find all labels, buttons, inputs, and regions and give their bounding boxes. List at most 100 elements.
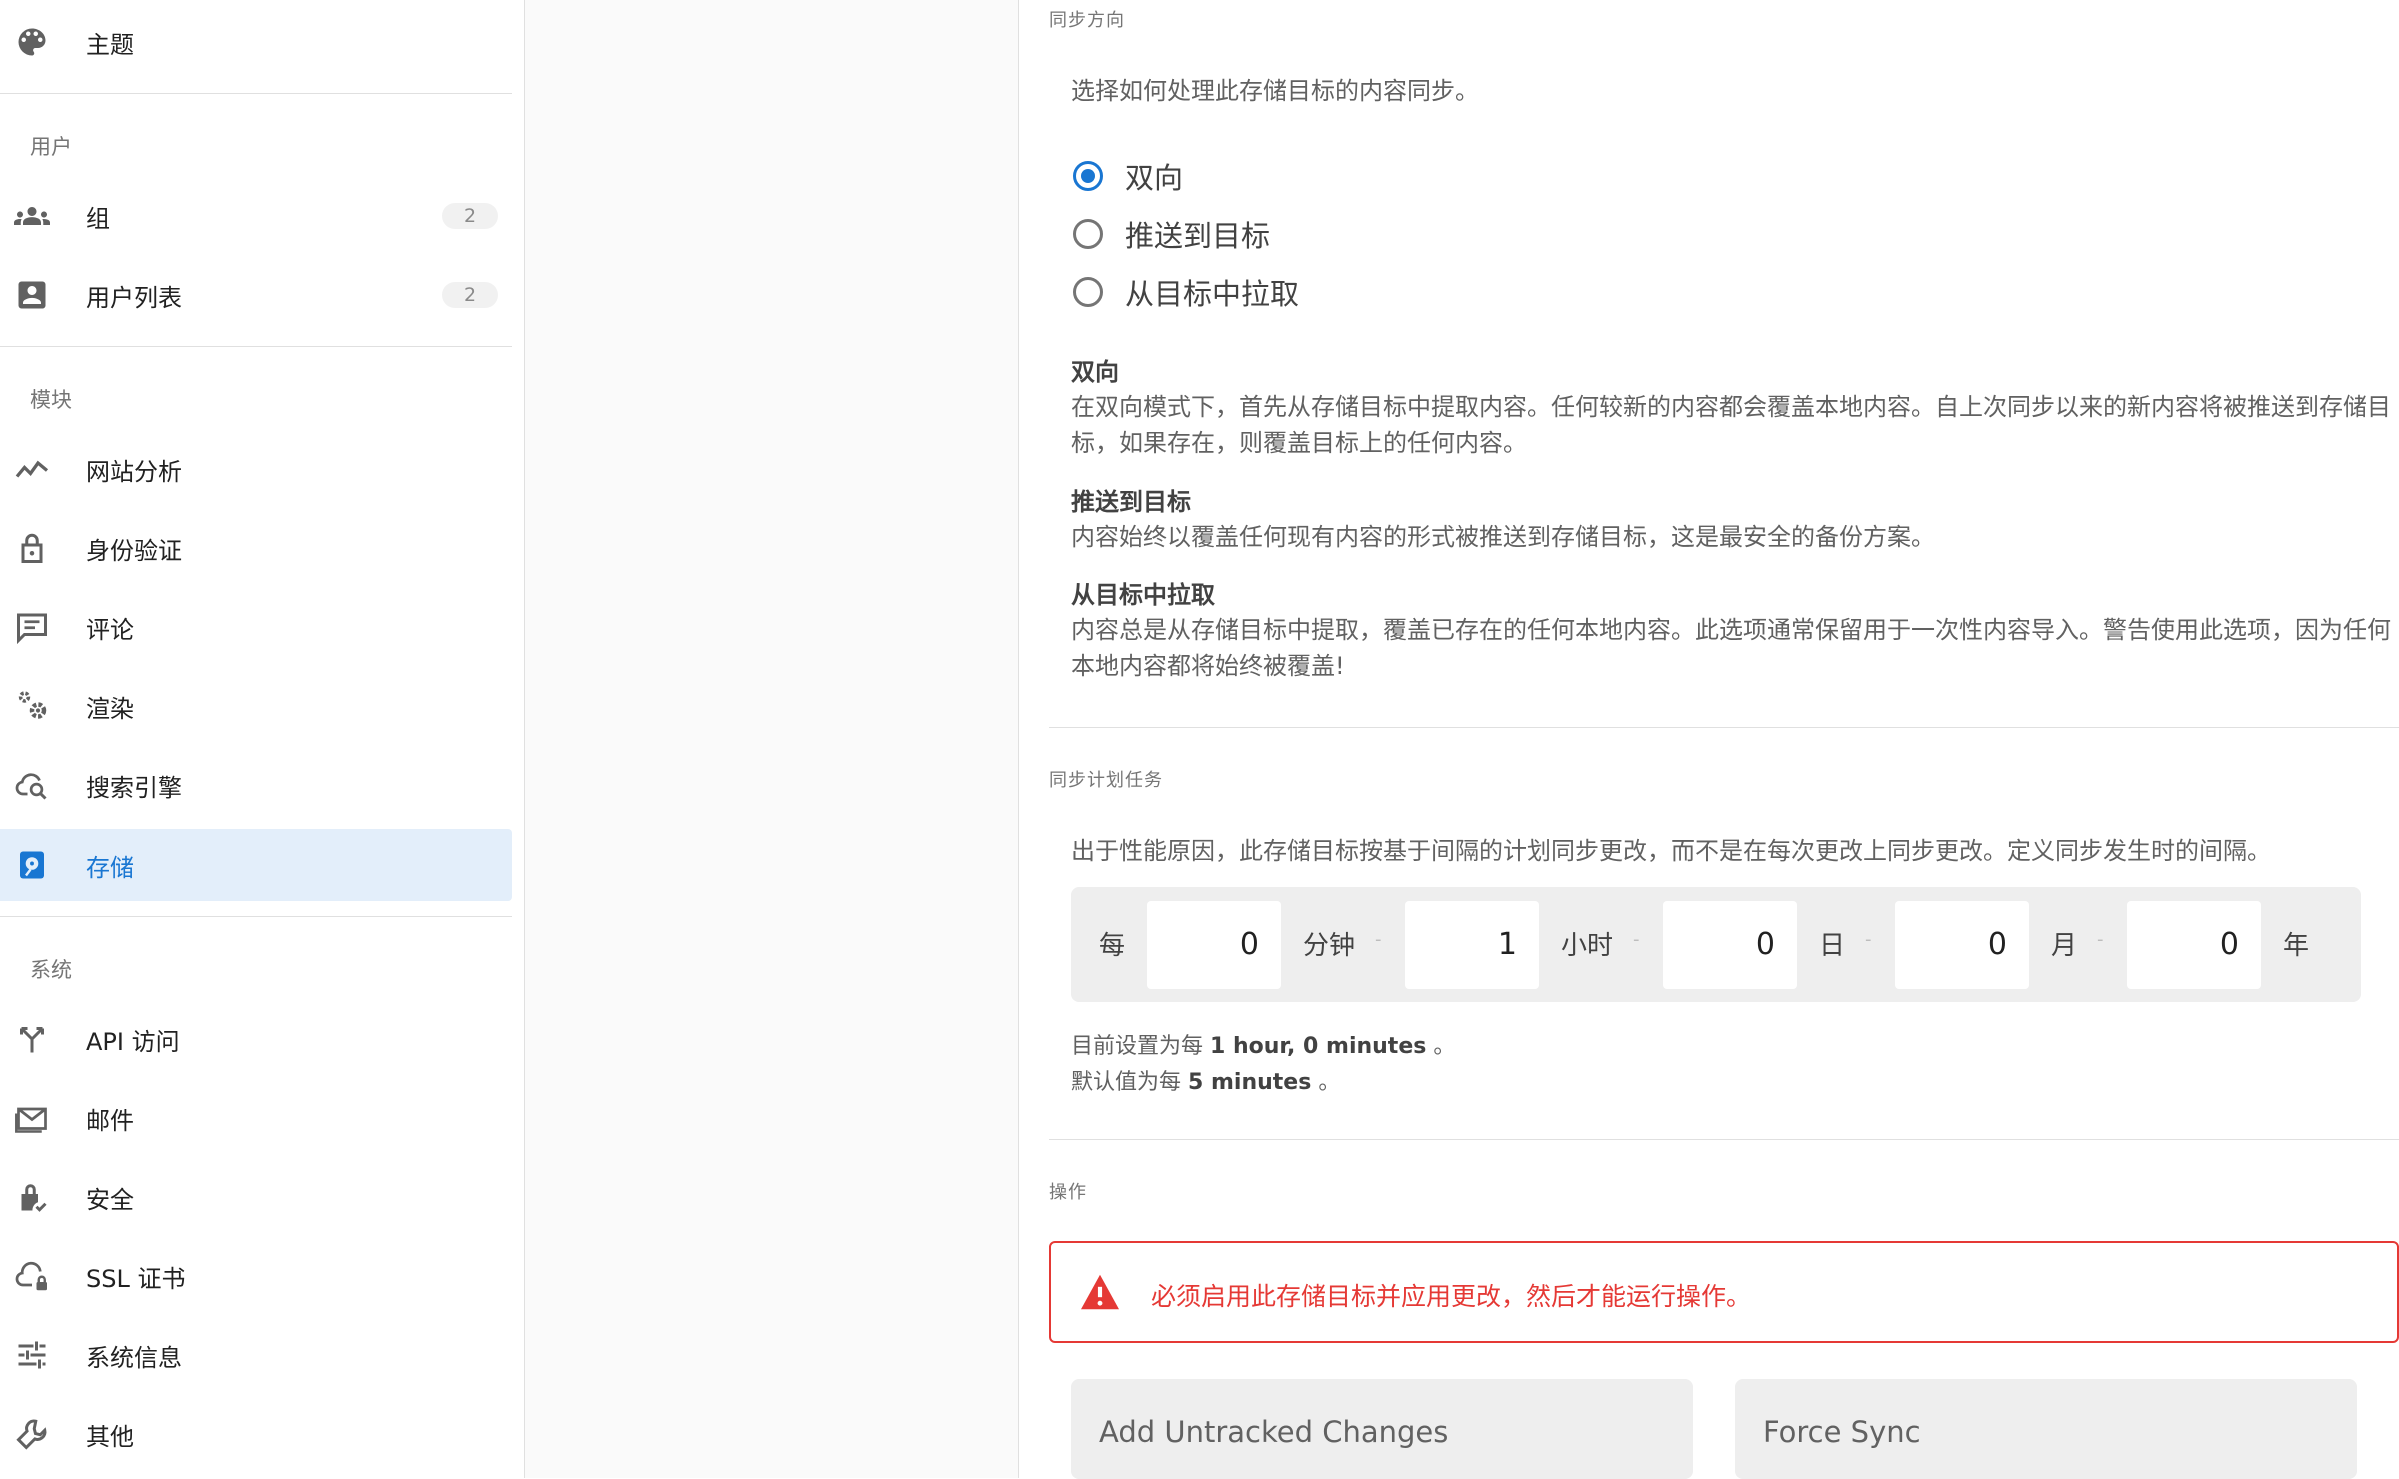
middle-panel bbox=[525, 0, 1019, 1478]
dash: - bbox=[1865, 929, 1872, 950]
radio-push-to-target[interactable]: 推送到目标 bbox=[1071, 214, 1270, 254]
sidebar-item-api-access[interactable]: API 访问 bbox=[0, 1003, 512, 1075]
default-setting-text: 默认值为每 5 minutes 。 bbox=[1071, 1064, 1340, 1096]
sidebar-item-label: SSL 证书 bbox=[86, 1264, 186, 1293]
months-label: 月 bbox=[2051, 931, 2078, 961]
dash: - bbox=[1633, 929, 1640, 950]
sync-schedule-title: 同步计划任务 bbox=[1049, 770, 1163, 791]
current-setting-text: 目前设置为每 1 hour, 0 minutes 。 bbox=[1071, 1028, 1455, 1060]
count-badge: 2 bbox=[442, 203, 498, 229]
divider bbox=[0, 916, 512, 917]
mail-icon bbox=[14, 1100, 50, 1136]
desc-title: 推送到目标 bbox=[1071, 488, 1191, 516]
every-label: 每 bbox=[1099, 931, 1126, 961]
sidebar-item-authentication[interactable]: 身份验证 bbox=[0, 512, 512, 584]
section-header-users: 用户 bbox=[30, 135, 72, 159]
desc-bidirectional: 双向 在双向模式下，首先从存储目标中提取内容。任何较新的内容都会覆盖本地内容。自… bbox=[1071, 355, 2399, 461]
lock-icon bbox=[14, 530, 50, 566]
default-prefix: 默认值为每 bbox=[1071, 1070, 1182, 1095]
radio-pull-from-target[interactable]: 从目标中拉取 bbox=[1071, 272, 1299, 312]
palette-icon bbox=[14, 24, 50, 60]
error-alert: 必须启用此存储目标并应用更改，然后才能运行操作。 bbox=[1049, 1241, 2399, 1343]
radio-label: 双向 bbox=[1125, 161, 1184, 195]
sidebar-item-mail[interactable]: 邮件 bbox=[0, 1082, 512, 1154]
sidebar-item-rendering[interactable]: 渲染 bbox=[0, 670, 512, 742]
sidebar-item-label: 搜索引擎 bbox=[86, 773, 182, 802]
sidebar-item-label: 安全 bbox=[86, 1185, 134, 1214]
minutes-label: 分钟 bbox=[1303, 931, 1356, 961]
sidebar-item-other[interactable]: 其他 bbox=[0, 1398, 512, 1470]
sidebar-item-comments[interactable]: 评论 bbox=[0, 591, 512, 663]
button-label: Force Sync bbox=[1763, 1415, 1921, 1449]
current-suffix: 。 bbox=[1433, 1034, 1456, 1059]
radio-unchecked-icon[interactable] bbox=[1073, 219, 1103, 249]
sidebar-item-groups[interactable]: 组 2 bbox=[0, 180, 512, 252]
harddisk-icon bbox=[14, 847, 50, 883]
trend-line-icon bbox=[14, 451, 50, 487]
years-input[interactable]: 0 bbox=[2127, 901, 2261, 989]
sidebar-item-label: 组 bbox=[86, 204, 110, 233]
current-value: 1 hour, 0 minutes bbox=[1210, 1034, 1427, 1059]
sidebar-item-system-info[interactable]: 系统信息 bbox=[0, 1319, 512, 1391]
warning-icon bbox=[1079, 1273, 1121, 1315]
desc-text: 内容总是从存储目标中提取，覆盖已存在的任何本地内容。此选项通常保留用于一次性内容… bbox=[1071, 616, 2391, 680]
cloud-search-icon bbox=[14, 767, 50, 803]
desc-title: 从目标中拉取 bbox=[1071, 581, 1215, 609]
radio-label: 推送到目标 bbox=[1125, 219, 1271, 253]
days-input[interactable]: 0 bbox=[1663, 901, 1797, 989]
comment-icon bbox=[14, 609, 50, 645]
button-label: Add Untracked Changes bbox=[1099, 1415, 1449, 1449]
actions-title: 操作 bbox=[1049, 1182, 1087, 1203]
sidebar-item-label: 网站分析 bbox=[86, 457, 182, 486]
desc-push: 推送到目标 内容始终以覆盖任何现有内容的形式被推送到存储目标，这是最安全的备份方… bbox=[1071, 485, 2399, 555]
gears-icon bbox=[14, 688, 50, 724]
radio-bidirectional[interactable]: 双向 bbox=[1071, 156, 1183, 196]
sidebar-item-analytics[interactable]: 网站分析 bbox=[0, 433, 512, 505]
sidebar: 主题 用户 组 2 用户列表 2 模块 网站分析 身份验证 评论 渲染 搜索引擎… bbox=[0, 0, 525, 1478]
divider bbox=[1049, 727, 2399, 728]
sidebar-item-label: 身份验证 bbox=[86, 536, 182, 565]
sidebar-item-security[interactable]: 安全 bbox=[0, 1161, 512, 1233]
sidebar-item-search-engine[interactable]: 搜索引擎 bbox=[0, 749, 512, 821]
section-header-modules: 模块 bbox=[30, 388, 72, 412]
divider bbox=[0, 346, 512, 347]
tune-sliders-icon bbox=[14, 1337, 50, 1373]
api-fork-icon bbox=[14, 1021, 50, 1057]
people-icon bbox=[14, 198, 50, 234]
sidebar-item-storage[interactable]: 存储 bbox=[0, 829, 512, 901]
minutes-input[interactable]: 0 bbox=[1147, 901, 1281, 989]
months-input[interactable]: 0 bbox=[1895, 901, 2029, 989]
sync-direction-title: 同步方向 bbox=[1049, 10, 1125, 31]
sidebar-item-label: 评论 bbox=[86, 615, 134, 644]
dash: - bbox=[1375, 929, 1382, 950]
storage-settings-panel: 同步方向 选择如何处理此存储目标的内容同步。 双向 推送到目标 从目标中拉取 双… bbox=[1019, 0, 2399, 1479]
desc-pull: 从目标中拉取 内容总是从存储目标中提取，覆盖已存在的任何本地内容。此选项通常保留… bbox=[1071, 578, 2399, 684]
radio-checked-icon[interactable] bbox=[1073, 161, 1103, 191]
section-header-system: 系统 bbox=[30, 958, 72, 982]
sidebar-item-ssl[interactable]: SSL 证书 bbox=[0, 1240, 512, 1312]
schedule-interval-bar: 每 0 分钟 - 1 小时 - 0 日 - 0 月 - 0 年 bbox=[1071, 887, 2361, 1002]
dash: - bbox=[2097, 929, 2104, 950]
sidebar-item-label: API 访问 bbox=[86, 1027, 180, 1056]
count-badge: 2 bbox=[442, 282, 498, 308]
radio-unchecked-icon[interactable] bbox=[1073, 277, 1103, 307]
default-suffix: 。 bbox=[1318, 1070, 1341, 1095]
sync-schedule-hint: 出于性能原因，此存储目标按基于间隔的计划同步更改，而不是在每次更改上同步更改。定… bbox=[1071, 837, 2271, 865]
sidebar-item-theme[interactable]: 主题 bbox=[0, 6, 512, 78]
lock-check-icon bbox=[14, 1179, 50, 1215]
account-box-icon bbox=[14, 277, 50, 313]
sidebar-item-label: 用户列表 bbox=[86, 283, 182, 312]
desc-title: 双向 bbox=[1071, 358, 1119, 386]
cloud-lock-icon bbox=[14, 1258, 50, 1294]
sidebar-item-label: 渲染 bbox=[86, 694, 134, 723]
sidebar-item-label: 主题 bbox=[86, 30, 134, 59]
sync-direction-hint: 选择如何处理此存储目标的内容同步。 bbox=[1071, 77, 1479, 105]
current-prefix: 目前设置为每 bbox=[1071, 1034, 1204, 1059]
sidebar-item-user-list[interactable]: 用户列表 2 bbox=[0, 259, 512, 331]
hours-input[interactable]: 1 bbox=[1405, 901, 1539, 989]
force-sync-button[interactable]: Force Sync bbox=[1735, 1379, 2357, 1479]
alert-text: 必须启用此存储目标并应用更改，然后才能运行操作。 bbox=[1151, 1282, 1752, 1311]
sidebar-item-label: 邮件 bbox=[86, 1106, 134, 1135]
default-value: 5 minutes bbox=[1188, 1070, 1312, 1095]
add-untracked-changes-button[interactable]: Add Untracked Changes bbox=[1071, 1379, 1693, 1479]
